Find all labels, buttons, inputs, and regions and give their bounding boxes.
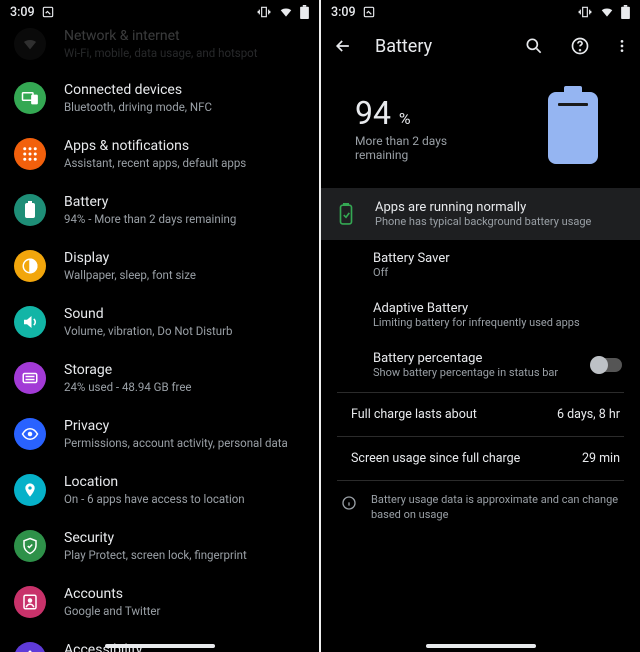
row-subtitle: Volume, vibration, Do Not Disturb — [64, 324, 232, 338]
gesture-nav-bar[interactable] — [426, 644, 536, 648]
row-title: Battery — [64, 194, 236, 212]
footnote-text: Battery usage data is approximate and ca… — [371, 493, 620, 523]
battery-remaining-subtitle: More than 2 days remaining — [355, 134, 475, 162]
settings-row-accessibility[interactable]: AccessibilityScreen readers, display, in… — [0, 630, 319, 652]
status-time: 3:09 — [331, 5, 356, 20]
gesture-nav-bar[interactable] — [105, 644, 215, 648]
stat-value: 6 days, 8 hr — [557, 407, 620, 422]
settings-row-security[interactable]: SecurityPlay Protect, screen lock, finge… — [0, 518, 319, 574]
card-title: Apps are running normally — [375, 200, 591, 215]
option-adaptive-battery[interactable]: Adaptive Battery Limiting battery for in… — [321, 290, 640, 340]
battery-status-icon — [621, 5, 630, 19]
divider — [337, 392, 624, 393]
screenshot-icon — [362, 5, 376, 19]
row-subtitle: Play Protect, screen lock, fingerprint — [64, 548, 247, 562]
sound-icon — [14, 306, 46, 338]
settings-row-network[interactable]: Network & internet Wi-Fi, mobile, data u… — [0, 24, 319, 70]
battery-ok-icon — [335, 203, 357, 225]
settings-row-battery[interactable]: Battery94% - More than 2 days remaining — [0, 182, 319, 238]
battery-footnote: Battery usage data is approximate and ca… — [321, 483, 640, 523]
appbar: Battery — [321, 24, 640, 64]
screenshot-icon — [41, 5, 55, 19]
vibrate-icon — [577, 5, 593, 19]
wifi-icon — [278, 5, 294, 19]
percent-symbol: % — [399, 109, 411, 128]
overflow-menu-button[interactable] — [612, 32, 632, 60]
row-subtitle: On - 6 apps have access to location — [64, 492, 245, 506]
row-title: Apps & notifications — [64, 138, 246, 156]
apps-running-card[interactable]: Apps are running normally Phone has typi… — [321, 188, 640, 240]
accounts-icon — [14, 586, 46, 618]
row-title: Location — [64, 474, 245, 492]
divider — [337, 436, 624, 437]
option-title: Adaptive Battery — [373, 301, 610, 316]
row-title: Connected devices — [64, 82, 212, 100]
row-title: Privacy — [64, 418, 288, 436]
privacy-icon — [14, 418, 46, 450]
settings-row-apps[interactable]: Apps & notificationsAssistant, recent ap… — [0, 126, 319, 182]
location-icon — [14, 474, 46, 506]
status-bar-left: 3:09 — [0, 0, 319, 24]
stat-label: Full charge lasts about — [351, 407, 477, 422]
row-subtitle: Wi-Fi, mobile, data usage, and hotspot — [64, 46, 257, 60]
wifi-icon — [599, 5, 615, 19]
battery-status-icon — [300, 5, 309, 19]
row-title: Security — [64, 530, 247, 548]
accessibility-icon — [14, 642, 46, 652]
row-title: Accounts — [64, 586, 160, 604]
battery-icon — [14, 194, 46, 226]
settings-row-accounts[interactable]: AccountsGoogle and Twitter — [0, 574, 319, 630]
back-button[interactable] — [329, 32, 357, 60]
help-button[interactable] — [566, 32, 594, 60]
battery-percent-value: 94 — [355, 94, 391, 132]
settings-row-privacy[interactable]: PrivacyPermissions, account activity, pe… — [0, 406, 319, 462]
page-title: Battery — [375, 36, 502, 57]
option-battery-saver[interactable]: Battery Saver Off — [321, 240, 640, 290]
row-subtitle: Wallpaper, sleep, font size — [64, 268, 196, 282]
row-subtitle: Permissions, account activity, personal … — [64, 436, 288, 450]
option-subtitle: Off — [373, 266, 610, 279]
settings-row-devices[interactable]: Connected devicesBluetooth, driving mode… — [0, 70, 319, 126]
search-button[interactable] — [520, 32, 548, 60]
info-icon — [341, 495, 357, 511]
storage-icon — [14, 362, 46, 394]
status-bar-right: 3:09 — [321, 0, 640, 24]
row-title: Network & internet — [64, 28, 257, 46]
option-battery-percentage[interactable]: Battery percentage Show battery percenta… — [321, 340, 640, 390]
battery-screen: 3:09 Battery 94 % More than 2 — [321, 0, 640, 652]
row-subtitle: 94% - More than 2 days remaining — [64, 212, 236, 226]
stat-value: 29 min — [582, 451, 620, 466]
row-title: Sound — [64, 306, 232, 324]
row-subtitle: 24% used - 48.94 GB free — [64, 380, 192, 394]
settings-row-storage[interactable]: Storage24% used - 48.94 GB free — [0, 350, 319, 406]
settings-screen: 3:09 Network & internet Wi-Fi, mobile, d… — [0, 0, 319, 652]
row-subtitle: Google and Twitter — [64, 604, 160, 618]
apps-icon — [14, 138, 46, 170]
row-title: Display — [64, 250, 196, 268]
stat-label: Screen usage since full charge — [351, 451, 520, 466]
battery-hero: 94 % More than 2 days remaining — [321, 64, 640, 188]
devices-icon — [14, 82, 46, 114]
row-title: Storage — [64, 362, 192, 380]
option-subtitle: Limiting battery for infrequently used a… — [373, 316, 610, 329]
security-icon — [14, 530, 46, 562]
settings-row-location[interactable]: LocationOn - 6 apps have access to locat… — [0, 462, 319, 518]
display-icon — [14, 250, 46, 282]
battery-illustration-icon — [544, 86, 602, 170]
settings-row-display[interactable]: DisplayWallpaper, sleep, font size — [0, 238, 319, 294]
option-title: Battery percentage — [373, 351, 558, 366]
battery-percentage-toggle[interactable] — [592, 358, 622, 372]
divider — [337, 480, 624, 481]
option-title: Battery Saver — [373, 251, 610, 266]
card-subtitle: Phone has typical background battery usa… — [375, 215, 591, 228]
row-subtitle: Assistant, recent apps, default apps — [64, 156, 246, 170]
option-subtitle: Show battery percentage in status bar — [373, 366, 558, 379]
row-subtitle: Bluetooth, driving mode, NFC — [64, 100, 212, 114]
vibrate-icon — [256, 5, 272, 19]
status-time: 3:09 — [10, 5, 35, 20]
stat-full-charge[interactable]: Full charge lasts about 6 days, 8 hr — [321, 395, 640, 434]
settings-row-sound[interactable]: SoundVolume, vibration, Do Not Disturb — [0, 294, 319, 350]
wifi-icon — [14, 28, 46, 60]
stat-screen-usage[interactable]: Screen usage since full charge 29 min — [321, 439, 640, 478]
